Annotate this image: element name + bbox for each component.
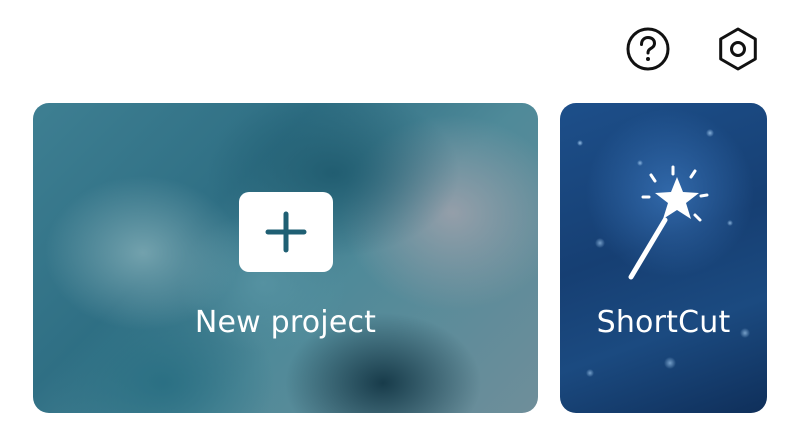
question-circle-icon <box>626 27 670 71</box>
new-project-card[interactable]: New project <box>33 103 538 413</box>
new-project-label: New project <box>194 305 377 340</box>
shortcut-card[interactable]: ShortCut <box>560 103 767 413</box>
hexagon-gear-icon <box>719 27 757 71</box>
settings-button[interactable] <box>715 26 761 72</box>
help-button[interactable] <box>625 26 671 72</box>
shortcut-label: ShortCut <box>596 305 731 340</box>
plus-icon <box>265 211 307 253</box>
new-project-plus-tile <box>239 192 333 272</box>
magic-wand-icon <box>628 165 709 280</box>
